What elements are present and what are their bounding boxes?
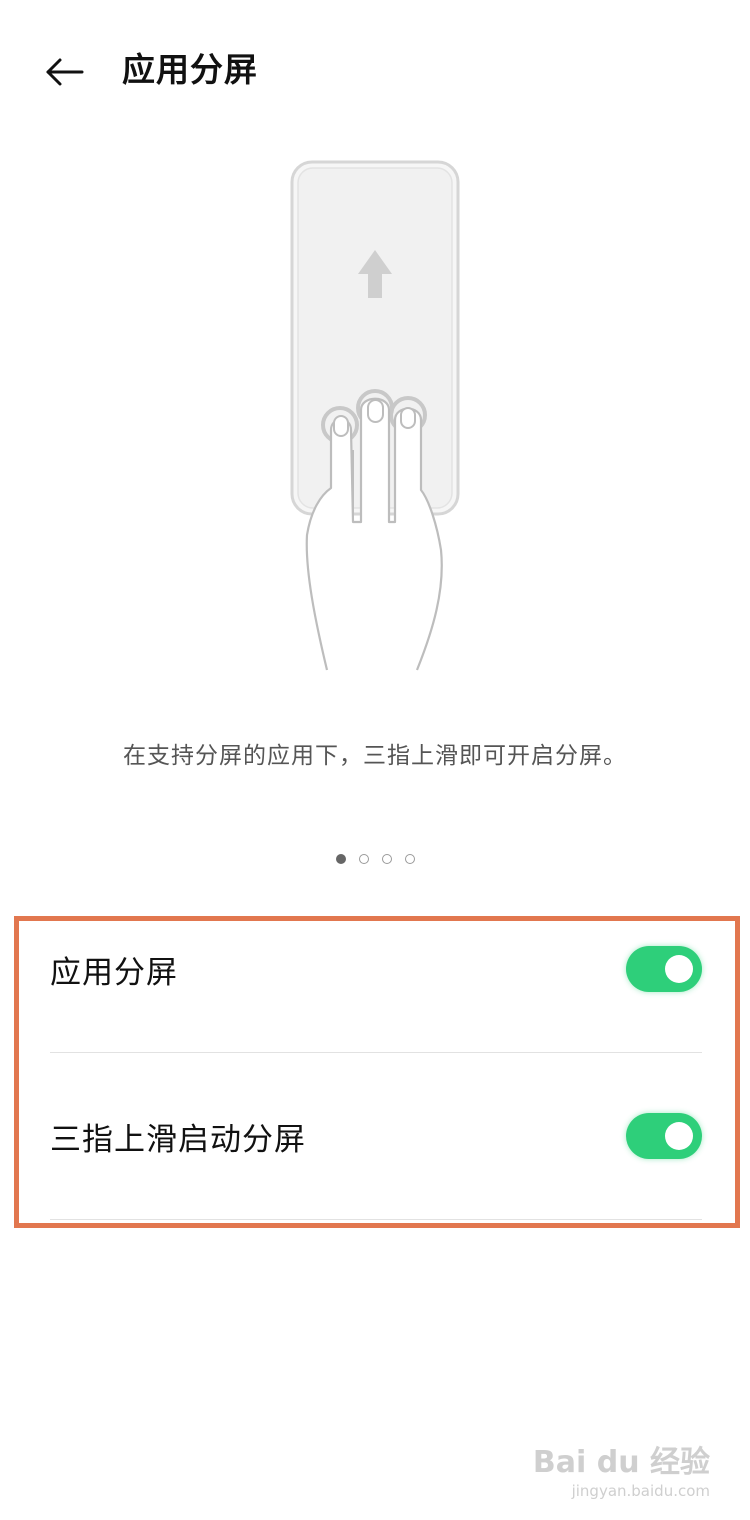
arrow-left-icon	[46, 58, 84, 86]
watermark-logo: Bai du 经验	[532, 1445, 710, 1480]
divider	[50, 1219, 702, 1220]
setting-row-three-finger-swipe[interactable]: 三指上滑启动分屏	[50, 1091, 702, 1181]
guide-hint-text: 在支持分屏的应用下，三指上滑即可开启分屏。	[123, 743, 627, 769]
setting-label: 应用分屏	[50, 954, 178, 991]
divider	[50, 1052, 702, 1053]
setting-row-split-screen[interactable]: 应用分屏	[50, 924, 702, 1014]
page-indicator	[0, 850, 750, 868]
three-finger-swipe-illustration	[290, 160, 460, 671]
back-button[interactable]	[36, 44, 92, 100]
baidu-jingyan-watermark: Bai du 经验 jingyan.baidu.com	[510, 1445, 710, 1501]
toggle-knob	[665, 955, 693, 983]
three-finger-swipe-toggle[interactable]	[626, 1113, 702, 1159]
split-screen-toggle[interactable]	[626, 946, 702, 992]
header: 应用分屏	[0, 0, 750, 140]
watermark-url: jingyan.baidu.com	[571, 1482, 710, 1500]
page-dot-3[interactable]	[381, 854, 392, 864]
setting-label: 三指上滑启动分屏	[50, 1121, 306, 1158]
page-dot-1[interactable]	[335, 854, 346, 864]
toggle-knob	[665, 1122, 693, 1150]
page-dot-4[interactable]	[404, 854, 415, 864]
page-title: 应用分屏	[122, 50, 258, 89]
split-screen-settings-page: 应用分屏 在支持分屏的应用下，三指上滑即可开启分屏。 应用分屏 三指上滑启动分屏…	[0, 0, 750, 1520]
page-dot-2[interactable]	[358, 854, 369, 864]
